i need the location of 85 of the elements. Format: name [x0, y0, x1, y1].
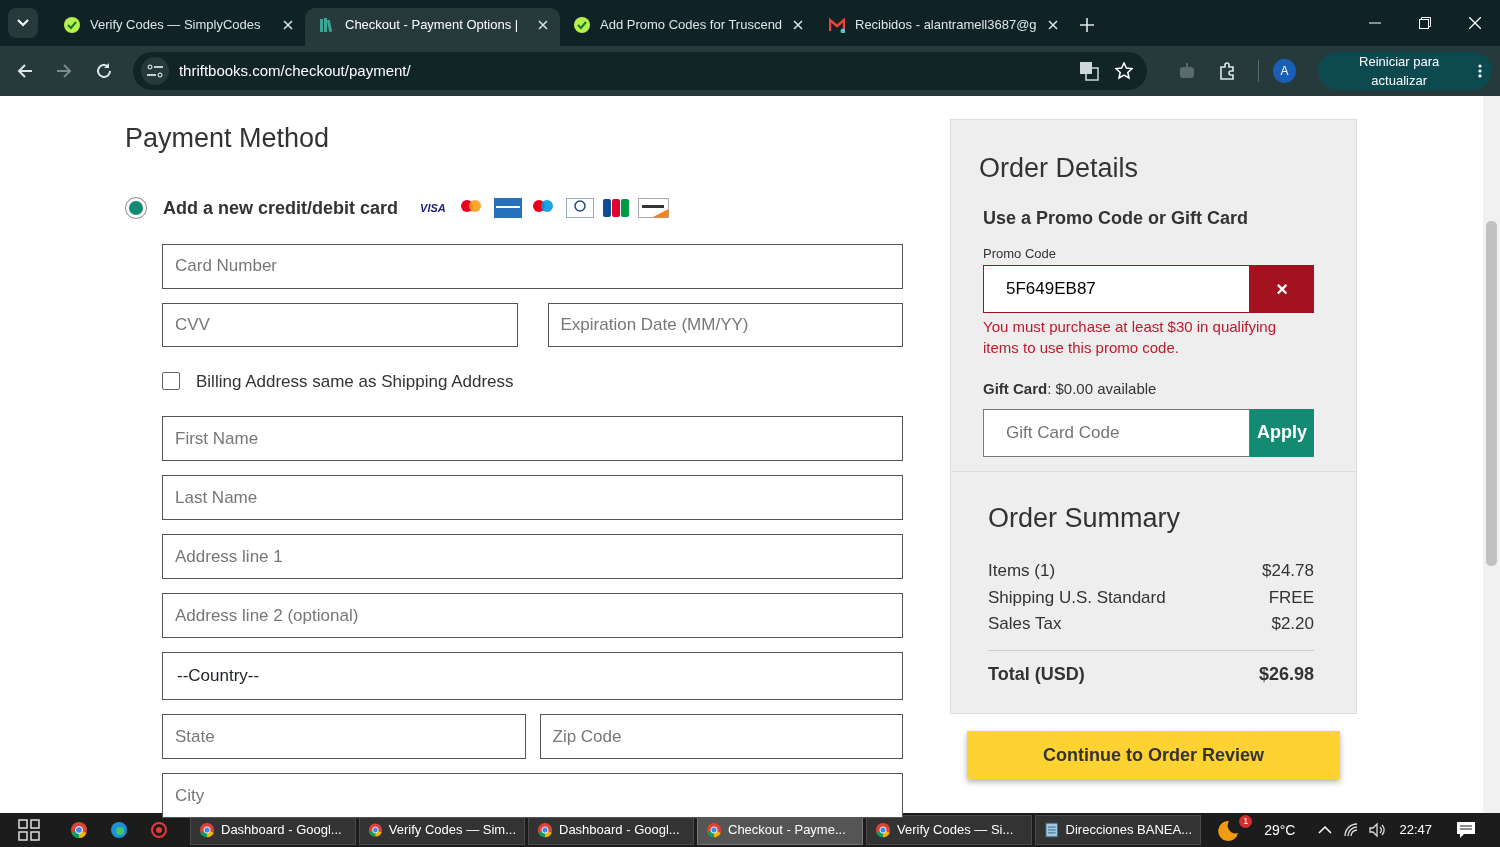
summary-amount: $24.78 [1262, 560, 1314, 582]
plus-icon[interactable] [1080, 18, 1094, 32]
gift-card-field[interactable]: Gift Card Code [983, 408, 1250, 457]
url-text[interactable]: thriftbooks.com/checkout/payment/ [178, 59, 411, 83]
summary-label: Shipping U.S. Standard [988, 586, 1166, 609]
field-label: Promo Code [983, 244, 1057, 263]
input-field[interactable]: Address line 2 (optional) [162, 593, 903, 638]
close-icon[interactable] [283, 20, 293, 30]
panel-title: Order Details [979, 152, 1140, 185]
country-select[interactable]: --Country-- [162, 652, 903, 700]
taskbar-app[interactable]: Direcciones BANEA... [1035, 815, 1201, 845]
amex-logo-icon [493, 198, 522, 218]
panel-title: Order Summary [988, 501, 1182, 535]
chrome-icon [368, 822, 383, 838]
check-badge-icon [64, 17, 80, 33]
total-amount: $26.98 [1258, 662, 1314, 686]
diners-logo-icon [565, 198, 594, 218]
site-settings-icon[interactable] [146, 64, 163, 78]
input-field[interactable]: First Name [162, 416, 903, 461]
input-field[interactable]: Zip Code [539, 714, 903, 759]
checkbox-label[interactable]: Billing Address same as Shipping Address [196, 368, 514, 394]
gift-card-balance: Gift Card: $0.00 available [983, 379, 1158, 399]
checkbox[interactable] [162, 372, 180, 391]
taskbar-app[interactable]: Verify Codes — Si... [866, 815, 1032, 845]
wifi-icon[interactable] [1343, 822, 1360, 838]
clock-time[interactable]: 22:47 [1399, 820, 1432, 840]
close-icon[interactable] [538, 20, 548, 30]
browser-tab[interactable]: Add Promo Codes for Truscend [560, 8, 815, 46]
apply-button[interactable]: Apply [1250, 408, 1314, 457]
bookmark-star-icon[interactable] [1114, 62, 1133, 80]
section-heading: Use a Promo Code or Gift Card [983, 206, 1250, 230]
close-icon[interactable] [1048, 20, 1058, 30]
extensions-puzzle-icon[interactable] [1217, 62, 1236, 80]
speaker-icon[interactable] [1369, 822, 1386, 838]
option-label[interactable]: Add a new credit/debit card [163, 194, 399, 222]
chrome-icon [706, 822, 722, 838]
browser-tab[interactable]: Checkout - Payment Options | [305, 8, 560, 46]
input-field[interactable]: State [162, 714, 526, 759]
chevron-down-icon [17, 19, 29, 27]
discover-logo-icon [637, 198, 669, 218]
visa-logo: VISA [420, 200, 446, 216]
summary-amount: $2.20 [1271, 613, 1314, 635]
notification-badge: 1 [1239, 815, 1253, 828]
browser-tab[interactable]: Recibidos - alantramell3687@g [815, 8, 1070, 46]
summary-label: Items (1) [988, 560, 1056, 582]
notepad-icon [1044, 822, 1060, 838]
scrollbar[interactable] [1483, 96, 1500, 813]
update-button[interactable]: Reiniciar para actualizar [1318, 52, 1493, 90]
forward-icon[interactable] [55, 62, 74, 80]
reload-icon[interactable] [95, 62, 114, 80]
input-field[interactable]: City [162, 773, 903, 818]
chrome-icon[interactable] [70, 821, 88, 839]
books-icon [319, 17, 335, 33]
continue-button[interactable]: Continue to Order Review [967, 731, 1340, 779]
page-title: Payment Method [125, 122, 331, 155]
profile-avatar[interactable]: A [1272, 59, 1297, 83]
promo-code-field[interactable]: 5F649EB87 [983, 265, 1250, 313]
chrome-icon [537, 822, 553, 838]
check-badge-icon [574, 17, 590, 33]
input-field[interactable]: Card Number [162, 243, 903, 289]
restore-icon[interactable] [1419, 17, 1431, 29]
summary-label: Sales Tax [988, 613, 1062, 635]
input-field[interactable]: Address line 1 [162, 534, 903, 579]
chrome-icon [199, 822, 215, 838]
remove-button[interactable]: × [1250, 265, 1314, 313]
input-field[interactable]: Last Name [162, 475, 903, 520]
browser-tab[interactable]: Verify Codes — SimplyCodes [50, 8, 305, 46]
mail-icon [829, 17, 845, 33]
total-label: Total (USD) [988, 662, 1085, 686]
input-field[interactable]: CVV [162, 302, 518, 347]
chrome-icon [875, 822, 891, 838]
start-grid-icon[interactable] [18, 819, 40, 841]
temperature-text: 29°C [1264, 820, 1296, 840]
back-icon[interactable] [15, 62, 34, 80]
error-message: You must purchase at least $30 in qualifying items to use this promo code. [983, 317, 1277, 358]
tab-list-button[interactable] [8, 8, 38, 38]
input-field[interactable]: Expiration Date (MM/YY) [547, 302, 903, 347]
translate-icon[interactable] [1078, 61, 1099, 81]
more-vertical-icon [1478, 64, 1483, 78]
close-icon[interactable] [793, 20, 803, 30]
notification-icon[interactable] [1456, 821, 1476, 839]
summary-amount: FREE [1268, 586, 1314, 609]
browser-swirl-icon[interactable] [110, 821, 128, 839]
weather-moon-icon[interactable] [1217, 819, 1240, 841]
jcb-logo-icon [601, 198, 630, 218]
